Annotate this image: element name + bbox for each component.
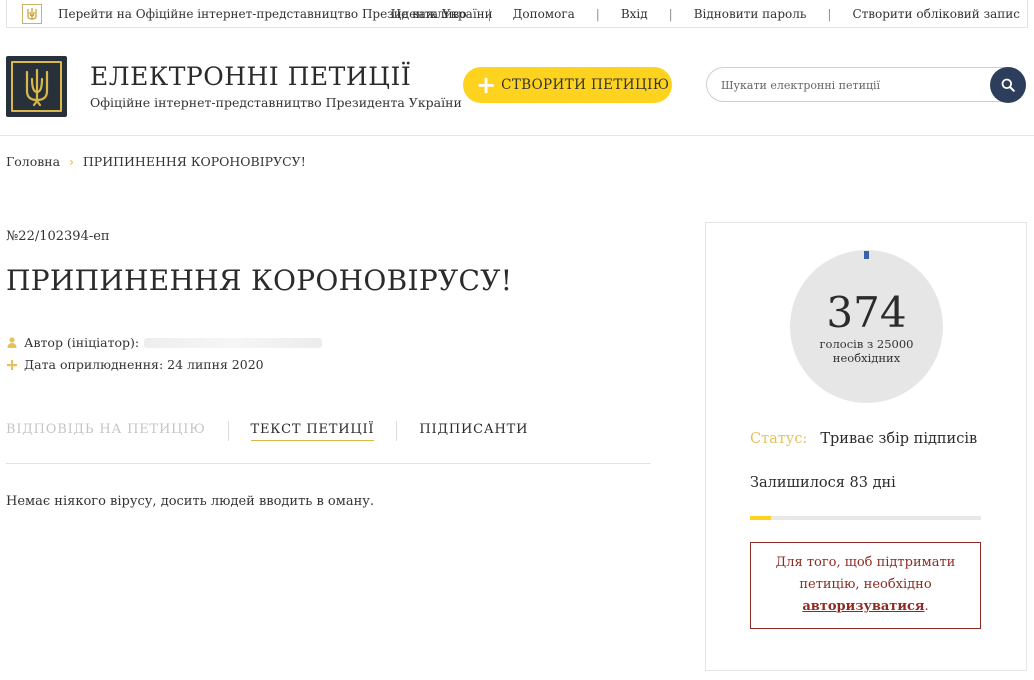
votes-count: 374	[826, 288, 907, 337]
site-title[interactable]: ЕЛЕКТРОННІ ПЕТИЦІЇ	[90, 62, 411, 91]
nav-help[interactable]: Допомога	[513, 7, 575, 21]
petition-title: ПРИПИНЕННЯ КОРОНОВІРУСУ!	[6, 264, 513, 297]
nav-separator: |	[827, 6, 832, 21]
votes-circle: 374 голосів з 25000 необхідних	[790, 250, 943, 403]
breadcrumb: Головна › ПРИПИНЕННЯ КОРОНОВІРУСУ!	[6, 154, 306, 169]
chevron-right-icon: ›	[69, 154, 74, 169]
petition-number: №22/102394-еп	[6, 229, 110, 244]
nav-create-account[interactable]: Створити обліковий запис	[852, 7, 1020, 21]
search-box	[706, 67, 1026, 103]
auth-notice: Для того, щоб підтримати петицію, необхі…	[750, 542, 981, 629]
author-row: Автор (ініціатор):	[6, 335, 323, 350]
days-left: Залишилося 83 дні	[750, 475, 896, 491]
auth-link[interactable]: авторизуватися	[802, 599, 924, 614]
search-icon	[1001, 78, 1015, 92]
publication-date: Дата оприлюднення: 24 липня 2020	[24, 357, 264, 372]
user-icon	[6, 337, 18, 348]
plus-icon	[6, 359, 18, 370]
votes-progress-tick	[864, 251, 869, 259]
nav-separator: |	[595, 6, 600, 21]
site-logo[interactable]	[6, 56, 67, 117]
votes-needed: голосів з 25000 необхідних	[819, 337, 914, 365]
breadcrumb-home[interactable]: Головна	[6, 154, 60, 169]
tab-response[interactable]: ВІДПОВІДЬ НА ПЕТИЦІЮ	[6, 422, 206, 440]
site-subtitle: Офіційне інтернет-представництво Президе…	[90, 95, 462, 110]
nav-login[interactable]: Вхід	[621, 7, 648, 21]
tab-separator	[227, 421, 229, 441]
trident-emblem-icon	[11, 61, 62, 112]
auth-notice-end: .	[924, 599, 929, 614]
status-label: Статус:	[750, 431, 808, 447]
top-nav: Це важливо | Допомога | Вхід | Відновити…	[391, 0, 1020, 27]
content-divider	[6, 463, 651, 464]
nav-separator: |	[487, 6, 492, 21]
petition-tabs: ВІДПОВІДЬ НА ПЕТИЦІЮ ТЕКСТ ПЕТИЦІЇ ПІДПИ…	[6, 421, 528, 441]
plus-icon: +	[476, 71, 497, 99]
search-button[interactable]	[990, 67, 1026, 103]
trident-icon[interactable]	[22, 3, 42, 24]
tab-signers[interactable]: ПІДПИСАНТИ	[419, 422, 528, 440]
breadcrumb-current: ПРИПИНЕННЯ КОРОНОВІРУСУ!	[82, 154, 306, 169]
nav-restore-password[interactable]: Відновити пароль	[694, 7, 807, 21]
time-progress-fill	[750, 516, 771, 520]
petition-text: Немає ніякого вірусу, досить людей вводи…	[6, 494, 375, 509]
petition-sidebar: 374 голосів з 25000 необхідних Статус: Т…	[705, 222, 1027, 671]
tab-separator	[396, 421, 398, 441]
status-row: Статус: Триває збір підписів	[750, 431, 977, 447]
create-petition-button[interactable]: + СТВОРИТИ ПЕТИЦІЮ	[463, 67, 672, 103]
date-row: Дата оприлюднення: 24 липня 2020	[6, 357, 264, 372]
author-label: Автор (ініціатор):	[24, 335, 140, 350]
create-petition-label: СТВОРИТИ ПЕТИЦІЮ	[501, 77, 670, 93]
author-name-redacted	[144, 337, 323, 348]
tab-petition-text[interactable]: ТЕКСТ ПЕТИЦІЇ	[250, 422, 375, 441]
status-value: Триває збір підписів	[820, 431, 978, 447]
header-divider	[0, 135, 1034, 136]
nav-important[interactable]: Це важливо	[391, 7, 467, 21]
time-progress-bar	[750, 516, 981, 520]
search-input[interactable]	[721, 76, 981, 94]
nav-separator: |	[668, 6, 673, 21]
auth-notice-text: Для того, щоб підтримати петицію, необхі…	[775, 555, 956, 592]
